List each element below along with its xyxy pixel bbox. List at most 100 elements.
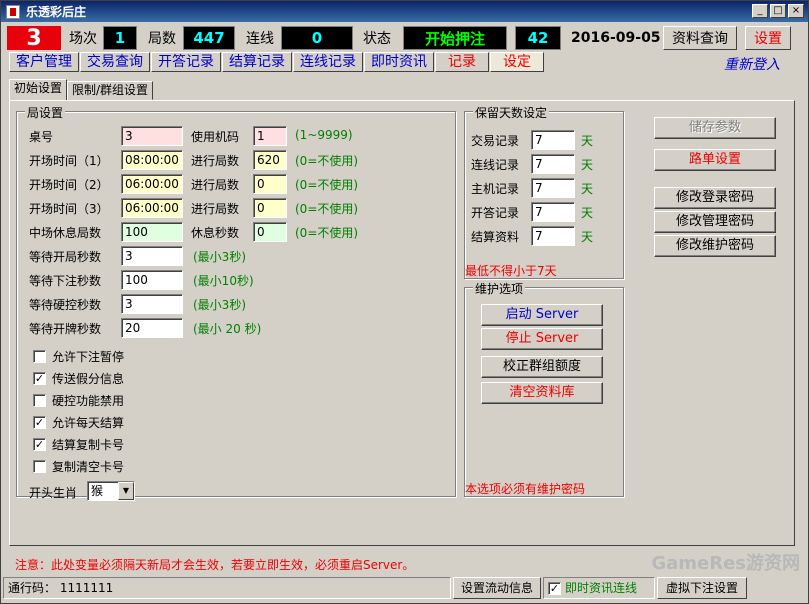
round-value: 1 bbox=[103, 26, 137, 50]
start-server-button[interactable]: 启动 Server bbox=[481, 304, 603, 326]
live-link-toggle[interactable]: ✓ 即时资讯连线 bbox=[543, 577, 655, 599]
menu-live-info[interactable]: 即时资讯 bbox=[364, 52, 434, 72]
checkbox-label: 允许下注暂停 bbox=[52, 350, 125, 364]
rounds2-hint: (0=不使用) bbox=[295, 178, 359, 192]
checkbox-box[interactable] bbox=[33, 394, 46, 407]
checkbox-box[interactable]: ✓ bbox=[33, 372, 46, 385]
flow-info-button[interactable]: 设置流动信息 bbox=[453, 577, 541, 599]
checkbox-box[interactable]: ✓ bbox=[548, 581, 561, 595]
menu-link-records[interactable]: 连线记录 bbox=[293, 52, 363, 72]
retention-group: 保留天数设定 交易记录 7 天 连线记录 7 天 主机记录 7 天 开答记录 7… bbox=[464, 104, 624, 279]
open3-input[interactable]: 06:00:00 bbox=[121, 198, 183, 218]
minimize-button[interactable]: _ bbox=[752, 4, 768, 18]
date-display: 2016-09-05 bbox=[571, 30, 661, 46]
checkbox-box[interactable] bbox=[33, 350, 46, 363]
wait-open-input[interactable]: 3 bbox=[121, 246, 183, 266]
change-maint-password-button[interactable]: 修改维护密码 bbox=[654, 235, 776, 257]
state-value: 开始押注 bbox=[403, 26, 507, 50]
table-input[interactable]: 3 bbox=[121, 126, 183, 146]
menu-settings[interactable]: 设定 bbox=[490, 52, 544, 72]
checkbox-copy-card[interactable]: ✓ 结算复制卡号 bbox=[33, 436, 124, 453]
zodiac-select[interactable]: 猴 ▼ bbox=[87, 481, 135, 501]
menu-settlement[interactable]: 结算记录 bbox=[222, 52, 292, 72]
retention-input-host[interactable]: 7 bbox=[531, 178, 575, 198]
rounds3-input[interactable]: 0 bbox=[253, 198, 287, 218]
menu-customer[interactable]: 客户管理 bbox=[9, 52, 79, 72]
checkbox-allow-pause[interactable]: 允许下注暂停 bbox=[33, 348, 124, 365]
break-input[interactable]: 100 bbox=[121, 222, 183, 242]
rest-label: 休息秒数 bbox=[191, 226, 240, 240]
relogin-link[interactable]: 重新登入 bbox=[724, 54, 780, 74]
calibrate-group-button[interactable]: 校正群组额度 bbox=[481, 356, 603, 378]
retention-input-draw[interactable]: 7 bbox=[531, 202, 575, 222]
streak-value: 0 bbox=[281, 26, 353, 50]
wait-open-hint: (最小3秒) bbox=[193, 250, 246, 264]
settings-button[interactable]: 设置 bbox=[745, 26, 791, 50]
close-button[interactable]: × bbox=[788, 4, 804, 18]
rest-input[interactable]: 0 bbox=[253, 222, 287, 242]
rounds1-input[interactable]: 620 bbox=[253, 150, 287, 170]
tab-limit-group[interactable]: 限制/群组设置 bbox=[67, 81, 154, 100]
menu-draw-records[interactable]: 开答记录 bbox=[151, 52, 221, 72]
wait-bet-hint: (最小10秒) bbox=[193, 274, 254, 288]
title-bar[interactable]: 乐透彩后庄 _ □ × bbox=[1, 1, 808, 22]
route-settings-button[interactable]: 路单设置 bbox=[654, 149, 776, 171]
retention-label-link: 连线记录 bbox=[471, 158, 520, 172]
wait-hard-input[interactable]: 3 bbox=[121, 294, 183, 314]
round-label: 场次 bbox=[69, 31, 97, 47]
timer-value: 42 bbox=[515, 26, 561, 50]
tab-initial-settings[interactable]: 初始设置 bbox=[9, 79, 68, 100]
checkbox-disable-hard[interactable]: 硬控功能禁用 bbox=[33, 392, 124, 409]
checkbox-send-fake[interactable]: ✓ 传送假分信息 bbox=[33, 370, 124, 387]
maximize-button[interactable]: □ bbox=[770, 4, 786, 18]
machine-hint: (1~9999) bbox=[295, 128, 353, 142]
retention-label-host: 主机记录 bbox=[471, 182, 520, 196]
chevron-down-icon[interactable]: ▼ bbox=[118, 482, 134, 500]
stop-server-button[interactable]: 停止 Server bbox=[481, 328, 603, 350]
settings-tabs: 初始设置 限制/群组设置 bbox=[9, 79, 154, 100]
maintenance-group: 维护选项 启动 Server 停止 Server 校正群组额度 清空资料库 本选… bbox=[464, 280, 624, 497]
menu-records[interactable]: 记录 bbox=[435, 52, 489, 72]
retention-input-settle[interactable]: 7 bbox=[531, 226, 575, 246]
checkbox-box[interactable]: ✓ bbox=[33, 438, 46, 451]
status-strip: 3 场次 1 局数 447 连线 0 状态 开始押注 42 2016-09-05… bbox=[5, 25, 806, 51]
wait-hard-label: 等待硬控秒数 bbox=[29, 298, 102, 312]
open2-input[interactable]: 06:00:00 bbox=[121, 174, 183, 194]
clear-database-button[interactable]: 清空资料库 bbox=[481, 382, 603, 404]
checkbox-box[interactable]: ✓ bbox=[33, 416, 46, 429]
table-number-badge: 3 bbox=[7, 26, 61, 51]
checkbox-daily-settle[interactable]: ✓ 允许每天结算 bbox=[33, 414, 124, 431]
checkbox-clear-card[interactable]: 复制清空卡号 bbox=[33, 458, 124, 475]
retention-label-trade: 交易记录 bbox=[471, 134, 520, 148]
open1-input[interactable]: 08:00:00 bbox=[121, 150, 183, 170]
retention-input-link[interactable]: 7 bbox=[531, 154, 575, 174]
watermark: GameRes游资网 bbox=[651, 553, 800, 574]
maintenance-note: 本选项必须有维护密码 bbox=[465, 482, 586, 496]
change-admin-password-button[interactable]: 修改管理密码 bbox=[654, 211, 776, 233]
retention-title: 保留天数设定 bbox=[473, 104, 550, 121]
maintenance-title: 维护选项 bbox=[473, 280, 526, 297]
machine-input[interactable]: 1 bbox=[253, 126, 287, 146]
retention-label-settle: 结算资料 bbox=[471, 230, 520, 244]
wait-bet-label: 等待下注秒数 bbox=[29, 274, 102, 288]
wait-bet-input[interactable]: 100 bbox=[121, 270, 183, 290]
checkbox-label: 传送假分信息 bbox=[52, 372, 125, 386]
footer-note: 注意：此处变量必须隔天新局才会生效，若要立即生效，必须重启Server。 bbox=[15, 558, 415, 572]
retention-unit: 天 bbox=[581, 182, 594, 196]
retention-input-trade[interactable]: 7 bbox=[531, 130, 575, 150]
pass-code: 通行码： 1111111 bbox=[3, 577, 451, 599]
rounds2-input[interactable]: 0 bbox=[253, 174, 287, 194]
save-params-button[interactable]: 储存参数 bbox=[654, 117, 776, 139]
state-label: 状态 bbox=[363, 31, 391, 47]
query-button[interactable]: 资料查询 bbox=[663, 26, 737, 50]
wait-hard-hint: (最小3秒) bbox=[193, 298, 246, 312]
break-label: 中场休息局数 bbox=[29, 226, 102, 240]
wait-card-input[interactable]: 20 bbox=[121, 318, 183, 338]
virtual-bet-button[interactable]: 虚拟下注设置 bbox=[657, 577, 747, 599]
retention-unit: 天 bbox=[581, 230, 594, 244]
wait-card-label: 等待开牌秒数 bbox=[29, 322, 102, 336]
menu-transactions[interactable]: 交易查询 bbox=[80, 52, 150, 72]
machine-label: 使用机码 bbox=[191, 130, 240, 144]
checkbox-box[interactable] bbox=[33, 460, 46, 473]
change-login-password-button[interactable]: 修改登录密码 bbox=[654, 187, 776, 209]
